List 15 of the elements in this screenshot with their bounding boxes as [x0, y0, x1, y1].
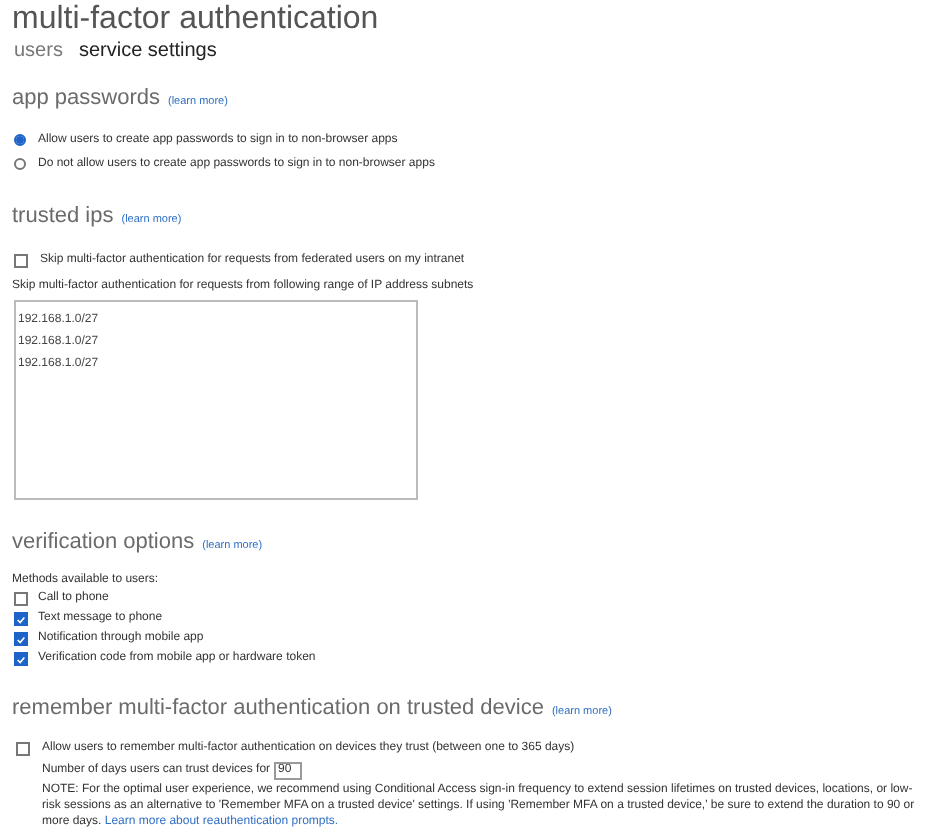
checkbox[interactable]: [14, 652, 28, 666]
section-heading: trusted ips: [12, 201, 114, 231]
section-heading: remember multi-factor authentication on trusted device: [12, 693, 544, 723]
page-title: multi-factor authentication: [12, 2, 381, 38]
radio-button[interactable]: [14, 134, 26, 146]
checkbox[interactable]: [14, 632, 28, 646]
tab[interactable]: users: [14, 40, 63, 64]
checkbox[interactable]: [16, 742, 30, 756]
tab[interactable]: service settings: [78, 40, 217, 64]
checkbox[interactable]: [14, 592, 28, 606]
checkbox[interactable]: [14, 254, 28, 268]
radio-button[interactable]: [14, 158, 26, 170]
checkbox[interactable]: [14, 612, 28, 626]
section-heading: app passwords: [12, 84, 160, 114]
section-heading: verification options: [12, 528, 195, 558]
